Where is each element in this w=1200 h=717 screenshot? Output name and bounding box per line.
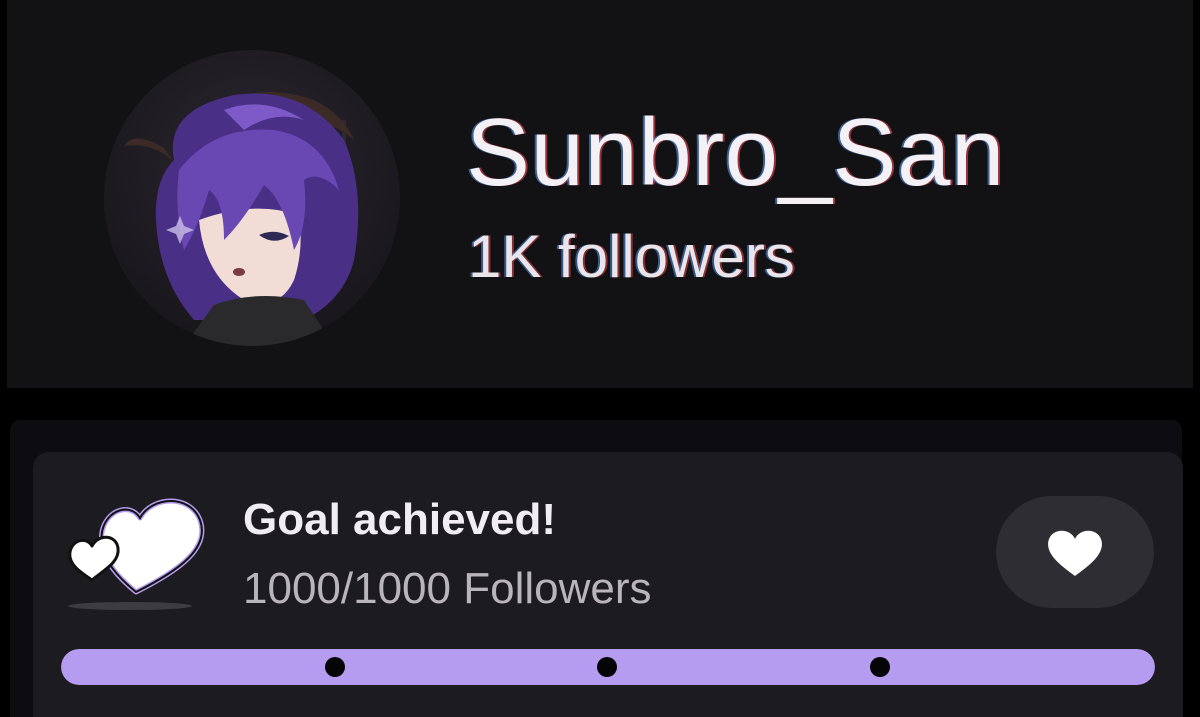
channel-username: Sunbro_San — [466, 99, 1005, 206]
follow-button[interactable] — [996, 496, 1154, 608]
heart-icon — [1048, 530, 1102, 576]
progress-milestone-2 — [597, 657, 617, 677]
goal-widget-canvas: Sunbro_San 1K followers Goal achieved! 1… — [0, 0, 1200, 717]
avatar[interactable] — [104, 50, 400, 346]
follower-count: 1K followers — [468, 223, 795, 290]
progress-milestone-1 — [325, 657, 345, 677]
avatar-image — [124, 92, 359, 346]
progress-milestone-3 — [870, 657, 890, 677]
goal-progress-count: 1000/1000 Followers — [243, 564, 652, 613]
goal-status-title: Goal achieved! — [243, 495, 557, 544]
double-heart-icon — [62, 488, 212, 614]
